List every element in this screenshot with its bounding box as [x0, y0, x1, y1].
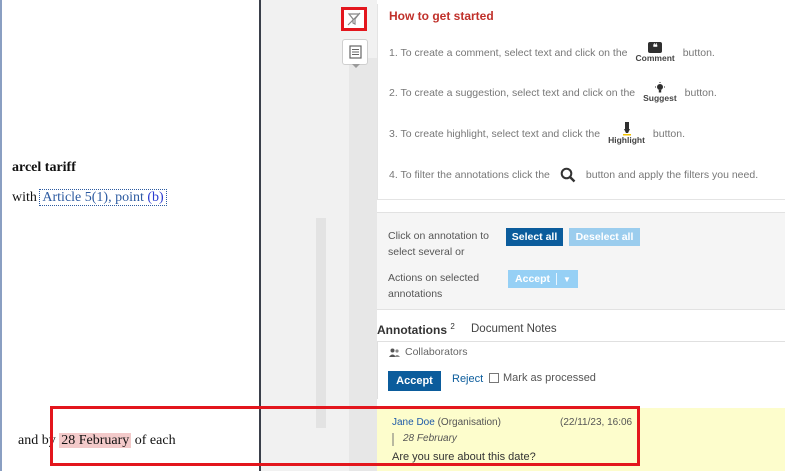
- accept-button[interactable]: Accept: [388, 371, 441, 391]
- article-reference-link[interactable]: Article 5(1), point (b): [39, 189, 167, 206]
- mark-processed-label[interactable]: Mark as processed: [503, 372, 596, 384]
- collaborators-icon: [389, 348, 400, 357]
- toggle-filter-button[interactable]: [341, 7, 367, 31]
- accept-selected-button[interactable]: Accept ▼: [508, 270, 578, 288]
- chevron-down-icon[interactable]: ▼: [563, 275, 571, 284]
- comment-icon: ❝ Comment: [635, 42, 675, 63]
- annotation-tabs: Annotations 2 Document Notes: [377, 322, 785, 340]
- scrollbar[interactable]: [316, 218, 326, 428]
- doc-text: and by: [18, 433, 60, 448]
- tab-annotations[interactable]: Annotations 2: [377, 322, 455, 337]
- guide-step-highlight: 3. To create highlight, select text and …: [389, 122, 685, 145]
- comment-quote: 28 February: [392, 433, 457, 446]
- notes-icon: [348, 45, 362, 59]
- doc-heading: arcel tariff: [12, 160, 76, 175]
- selection-actions: Click on annotation to select several or…: [377, 212, 785, 310]
- guide-step-filter: 4. To filter the annotations click the b…: [389, 167, 759, 183]
- guide-step-comment: 1. To create a comment, select text and …: [389, 42, 715, 63]
- guide-step-suggest: 2. To create a suggestion, select text a…: [389, 82, 717, 103]
- mark-processed-checkbox[interactable]: [489, 373, 499, 383]
- deselect-all-button[interactable]: Deselect all: [569, 228, 640, 246]
- highlight-icon: Highlight: [608, 122, 645, 145]
- comment-timestamp: (22/11/23, 16:06: [560, 417, 633, 428]
- guide-title: How to get started: [389, 9, 494, 23]
- actions-label: Actions on selected annotations: [388, 272, 480, 300]
- filter-off-icon: [347, 12, 361, 26]
- gutter-strip: [349, 58, 377, 471]
- comment-card[interactable]: Jane Doe (Organisation) (22/11/23, 16:06…: [377, 408, 785, 471]
- doc-text: with: [12, 190, 41, 205]
- tab-document-notes[interactable]: Document Notes: [471, 323, 557, 335]
- select-instruction-label: Click on annotation to select several or: [388, 230, 489, 258]
- select-all-button[interactable]: Select all: [506, 228, 563, 246]
- doc-line-article: with Article 5(1), point (b): [12, 189, 167, 206]
- suggest-icon: Suggest: [643, 82, 677, 103]
- document-pane: arcel tariff with Article 5(1), point (b…: [0, 0, 261, 471]
- annotation-card: Collaborators Accept Reject Mark as proc…: [377, 341, 785, 399]
- getting-started-guide: How to get started 1. To create a commen…: [377, 4, 785, 200]
- annotations-count: 2: [450, 322, 455, 331]
- comment-author: Jane Doe (Organisation): [392, 417, 501, 428]
- reject-button[interactable]: Reject: [452, 373, 483, 385]
- search-icon: [560, 167, 576, 183]
- chevron-down-icon: [352, 64, 360, 68]
- comment-text: Are you sure about this date?: [392, 451, 536, 463]
- highlighted-date[interactable]: 28 February: [59, 433, 132, 448]
- collaborators-label[interactable]: Collaborators: [389, 346, 467, 358]
- doc-line-date: and by 28 February of each: [18, 433, 176, 449]
- document-notes-button[interactable]: [342, 39, 368, 68]
- doc-text: of each: [131, 433, 176, 448]
